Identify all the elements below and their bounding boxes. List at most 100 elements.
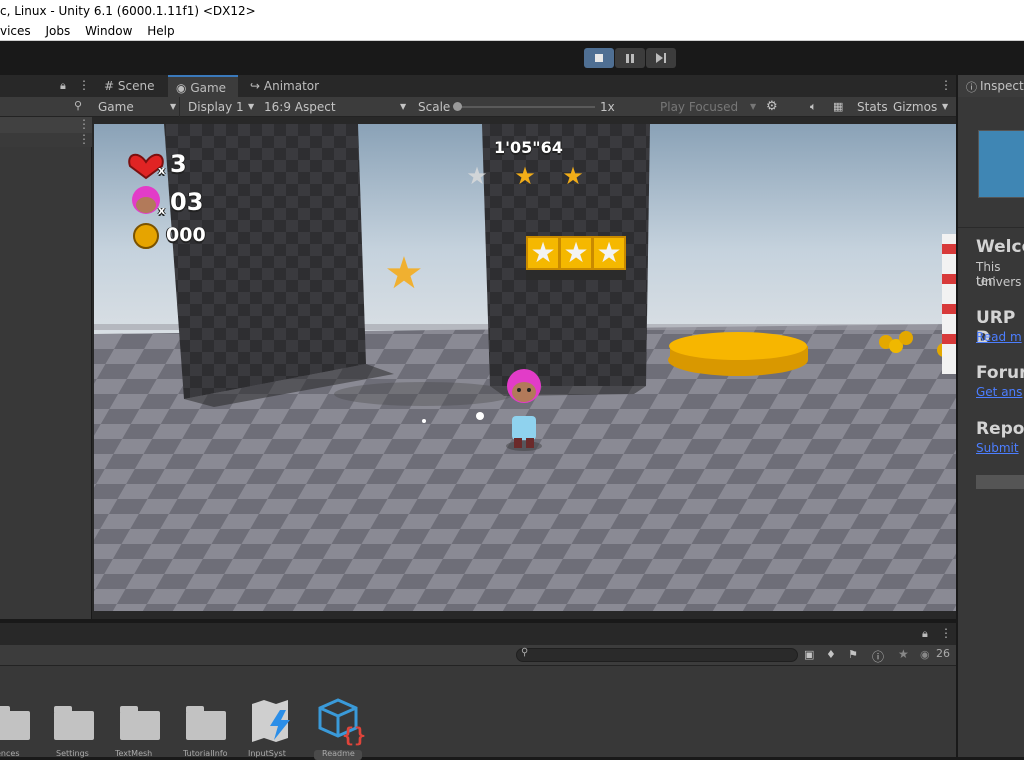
race-timer: 1'05"64 <box>494 138 563 157</box>
hierarchy-row[interactable]: ⋮ <box>0 117 92 133</box>
game-scene: ★ ★ ★ ★ ★ ★ ★ <box>94 124 956 611</box>
bug-icon[interactable]: ⚙ <box>766 97 778 117</box>
divider <box>958 227 1024 228</box>
urp-read-more-link[interactable]: Read m <box>976 330 1022 344</box>
svg-text:★: ★ <box>563 236 588 269</box>
step-button[interactable] <box>646 48 676 68</box>
animator-icon: ↪ <box>250 79 261 93</box>
cube-code-icon: {} <box>318 698 366 747</box>
menu-item-window[interactable]: Window <box>85 22 132 40</box>
forum-title: Forum <box>976 363 1024 383</box>
map-lightning-icon <box>252 700 290 742</box>
display-label: Display 1 <box>188 100 244 114</box>
game-viewport[interactable]: ★ ★ ★ ★ ★ ★ ★ x 3 x 03 000 1'05"64 <box>94 124 956 611</box>
hierarchy-panel <box>0 75 92 619</box>
tab-inspector-label: Inspecto <box>980 79 1024 93</box>
characters-x: x <box>158 204 166 217</box>
forum-link[interactable]: Get ans <box>976 385 1022 399</box>
report-submit-link[interactable]: Submit <box>976 441 1019 455</box>
lock-icon[interactable]: 🔒︎ <box>60 79 66 93</box>
hierarchy-row[interactable]: ⋮ <box>0 132 92 147</box>
pause-button[interactable] <box>615 48 645 68</box>
readme-asset-icon[interactable]: {} <box>318 698 368 747</box>
tab-scene-label: Scene <box>117 79 155 93</box>
menu-item-services[interactable]: vices <box>0 22 31 40</box>
game-mode-dropdown[interactable]: Game ▼ <box>98 97 180 117</box>
svg-text:★: ★ <box>530 236 555 269</box>
svg-text:★: ★ <box>466 162 488 190</box>
play-focused-dropdown[interactable]: Play Focused ▼ <box>660 97 758 117</box>
window-title: c, Linux - Unity 6.1 (6000.1.11f1) <DX12… <box>0 0 1024 22</box>
readme-preview-image <box>978 130 1024 198</box>
more-options-icon[interactable]: ⋮ <box>78 78 90 92</box>
svg-text:★: ★ <box>384 248 423 299</box>
scale-value: 1x <box>600 100 615 114</box>
search-options-icon[interactable]: ▣ <box>804 648 814 661</box>
tab-scene[interactable]: # Scene <box>96 75 164 97</box>
gizmos-button[interactable]: Gizmos <box>893 97 937 117</box>
folder-icon[interactable] <box>186 706 226 740</box>
tab-game[interactable]: ◉ Game <box>168 75 238 97</box>
display-dropdown[interactable]: Display 1 ▼ <box>188 97 258 117</box>
hierarchy-tab-bar: 🔒︎ ⋮ <box>0 75 92 97</box>
lives-count: 3 <box>170 150 187 178</box>
lock-icon[interactable]: 🔒︎ <box>922 627 928 641</box>
audio-icon[interactable]: 🔈︎ <box>810 97 817 117</box>
window-title-text: c, Linux - Unity 6.1 (6000.1.11f1) <DX12… <box>0 4 256 18</box>
pause-icon <box>626 53 634 63</box>
aspect-dropdown[interactable]: 16:9 Aspect ▼ <box>264 97 410 117</box>
coin-icon <box>133 223 159 249</box>
more-options-icon[interactable]: ⋮ <box>940 626 952 640</box>
scale-slider-handle[interactable] <box>453 102 462 111</box>
project-toolbar: ⚲ ▣ ♦ ⚑ ⓘ ★ ◉ 26 <box>0 645 956 666</box>
tab-animator-label: Animator <box>263 79 320 93</box>
scale-slider-track[interactable] <box>455 106 595 108</box>
menu-bar: vices Jobs Window Help <box>0 22 1024 41</box>
hierarchy-search-bar[interactable]: ⚲ <box>0 97 92 117</box>
panel-menu-icon[interactable]: ⋮ <box>940 78 952 92</box>
row-options-icon[interactable]: ⋮ <box>78 117 90 131</box>
folder-icon[interactable] <box>0 706 30 740</box>
inspector-button[interactable] <box>976 475 1024 489</box>
aspect-label: 16:9 Aspect <box>264 100 336 114</box>
tab-inspector[interactable]: ⓘ Inspecto <box>958 75 1024 97</box>
characters-count: 03 <box>170 188 204 216</box>
svg-text:★: ★ <box>514 162 536 190</box>
tab-animator[interactable]: ↪ Animator <box>242 75 332 97</box>
filter-type-icon[interactable]: ♦ <box>826 648 836 661</box>
input-system-asset-icon[interactable] <box>250 700 298 742</box>
report-title: Repor <box>976 419 1024 439</box>
warning-icon[interactable]: ⓘ <box>872 648 884 665</box>
stats-button[interactable]: Stats <box>857 97 888 117</box>
search-icon[interactable]: ⚲ <box>74 99 82 112</box>
chevron-down-icon: ▼ <box>400 102 407 111</box>
project-search-input[interactable]: ⚲ <box>516 647 798 662</box>
hidden-count: 26 <box>936 647 950 660</box>
info-icon: ⓘ <box>966 81 977 94</box>
menu-item-jobs[interactable]: Jobs <box>46 22 71 40</box>
search-icon: ⚲ <box>521 647 529 658</box>
favorite-star-icon[interactable]: ★ <box>898 647 909 661</box>
scene-tab-icon: # <box>104 79 115 93</box>
svg-text:★: ★ <box>596 236 621 269</box>
hidden-eye-icon[interactable]: ◉ <box>920 648 930 661</box>
scale-label: Scale <box>418 100 451 114</box>
step-icon <box>656 53 666 63</box>
gizmos-chevron-icon[interactable]: ▼ <box>942 97 948 117</box>
tab-game-label: Game <box>190 81 227 95</box>
keyboard-icon[interactable]: ▦ <box>833 97 843 117</box>
menu-item-help[interactable]: Help <box>147 22 174 40</box>
game-controller-icon: ◉ <box>176 81 187 95</box>
chevron-down-icon: ▼ <box>170 102 177 111</box>
svg-text:★: ★ <box>562 162 584 190</box>
inspector-panel: ⓘ Inspecto Welco This ten Univers URP D … <box>957 75 1024 757</box>
stop-button[interactable] <box>584 48 614 68</box>
play-focused-label: Play Focused <box>660 100 739 114</box>
project-tab-bar: 🔒︎ ⋮ <box>0 623 956 645</box>
row-options-icon[interactable]: ⋮ <box>78 132 90 146</box>
label-icon[interactable]: ⚑ <box>848 648 858 661</box>
welcome-title: Welco <box>976 237 1024 257</box>
folder-icon[interactable] <box>54 706 94 740</box>
folder-icon[interactable] <box>120 706 160 740</box>
welcome-text-line2: Univers <box>976 275 1022 289</box>
